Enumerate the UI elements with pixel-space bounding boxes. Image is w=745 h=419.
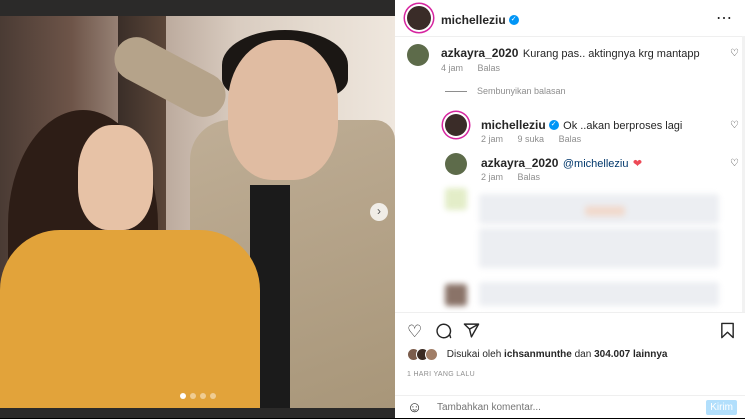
likes-summary: Disukai oleh ichsanmunthe dan 304.007 la…: [407, 348, 667, 361]
post-comment-button[interactable]: Kirim: [706, 400, 737, 415]
reply-button[interactable]: Balas: [478, 63, 501, 73]
hide-replies-button[interactable]: Sembunyikan balasan: [445, 86, 566, 96]
reply-likes[interactable]: 9 suka: [518, 134, 545, 144]
author-avatar[interactable]: [407, 6, 431, 30]
reply-text: Ok ..akan berproses lagi: [563, 120, 683, 132]
reply-button[interactable]: Balas: [518, 172, 541, 182]
reply-button[interactable]: Balas: [559, 134, 582, 144]
post-photo[interactable]: ›: [0, 0, 395, 418]
comment-icon[interactable]: [435, 322, 452, 344]
emoji-icon[interactable]: ☺: [407, 399, 422, 416]
like-comment-icon[interactable]: ♡: [730, 48, 739, 59]
reply-avatar[interactable]: [445, 153, 467, 175]
mention-link[interactable]: @michelleziu: [563, 158, 629, 170]
more-options-icon[interactable]: ⋯: [716, 8, 733, 28]
likes-count[interactable]: 304.007 lainnya: [594, 349, 667, 360]
post-date: 1 HARI YANG LALU: [407, 371, 475, 378]
reply-time: 2 jam: [481, 134, 504, 144]
author-username[interactable]: michelleziu: [441, 13, 506, 27]
add-comment-bar: ☺ Kirim: [395, 395, 745, 419]
heart-emoji: ❤: [632, 158, 643, 170]
comment-input[interactable]: [435, 401, 689, 414]
commenter-avatar[interactable]: [407, 44, 429, 66]
reply-username[interactable]: azkayra_2020: [481, 156, 558, 170]
comment-username[interactable]: azkayra_2020: [441, 46, 518, 60]
like-reply-icon[interactable]: ♡: [730, 120, 739, 131]
like-reply-icon[interactable]: ♡: [730, 158, 739, 169]
reply-avatar[interactable]: [445, 114, 467, 136]
instagram-post-view: › michelleziu ✓ ⋯ azkayra_2020 Kurang pas…: [0, 0, 745, 418]
reply-username[interactable]: michelleziu: [481, 118, 546, 132]
comments-panel: michelleziu ✓ ⋯ azkayra_2020 Kurang pas..…: [395, 0, 745, 418]
verified-badge-icon: ✓: [508, 14, 519, 25]
post-header: michelleziu ✓ ⋯: [395, 0, 745, 37]
carousel-dots: [0, 386, 395, 404]
liker-username[interactable]: ichsanmunthe: [504, 349, 572, 360]
verified-badge-icon: ✓: [548, 119, 559, 130]
liker-avatar: [425, 348, 438, 361]
comment-text: Kurang pas.. aktingnya krg mantapp: [522, 48, 700, 60]
save-icon[interactable]: [720, 322, 735, 344]
reply-time: 2 jam: [481, 172, 504, 182]
comment-time: 4 jam: [441, 63, 464, 73]
share-icon[interactable]: [463, 322, 480, 344]
like-icon[interactable]: ♡: [407, 322, 422, 342]
carousel-next-icon[interactable]: ›: [370, 203, 388, 221]
